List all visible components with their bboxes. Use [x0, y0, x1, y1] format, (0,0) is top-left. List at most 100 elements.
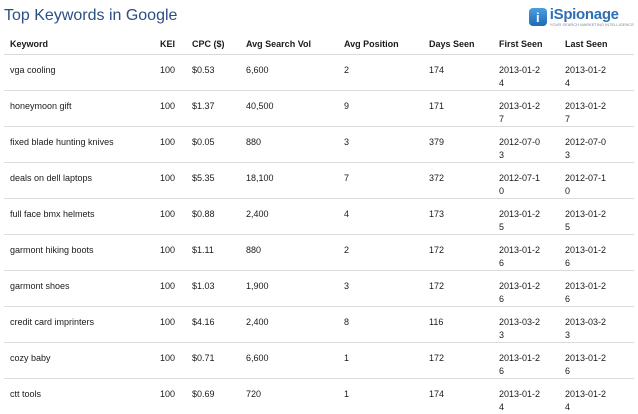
cell-avg-search-vol-text: 2,400 [246, 307, 338, 329]
cell-kei: 100 [154, 235, 186, 271]
cell-kei-text: 100 [160, 55, 186, 77]
cell-keyword[interactable]: ctt tools [4, 379, 154, 414]
cell-avg-search-vol: 880 [240, 235, 338, 271]
cell-avg-search-vol-text: 40,500 [246, 91, 338, 113]
cell-keyword[interactable]: honeymoon gift [4, 91, 154, 127]
cell-days-seen: 172 [423, 271, 493, 307]
cell-avg-position-text: 8 [344, 307, 423, 329]
cell-days-seen-text: 172 [429, 235, 493, 257]
cell-avg-search-vol-text: 880 [246, 127, 338, 149]
cell-avg-search-vol-text: 1,900 [246, 271, 338, 293]
cell-first-seen: 2012-07-03 [493, 127, 559, 163]
cell-days-seen-text: 372 [429, 163, 493, 185]
cell-last-seen: 2012-07-03 [559, 127, 634, 163]
table-row: credit card imprinters100 $4.16 2,400 8 116 2… [4, 307, 634, 343]
cell-kei-text: 100 [160, 91, 186, 113]
cell-avg-search-vol-text: 720 [246, 379, 338, 401]
cell-avg-position-text: 4 [344, 199, 423, 221]
column-header-first-seen[interactable]: First Seen [493, 34, 559, 55]
cell-days-seen: 379 [423, 127, 493, 163]
cell-avg-position: 8 [338, 307, 423, 343]
cell-avg-position: 2 [338, 235, 423, 271]
cell-days-seen-text: 172 [429, 343, 493, 365]
table-row: garmont shoes100$1.031,90031722013-01-26… [4, 271, 634, 307]
table-row: honeymoon gift100$1.3740,50091712013-01-… [4, 91, 634, 127]
table-header-row: Keyword KEI CPC ($) Avg Search Vol Avg P… [4, 34, 634, 55]
column-header-cpc[interactable]: CPC ($) [186, 34, 240, 55]
cell-kei: 100 [154, 91, 186, 127]
column-header-kei[interactable]: KEI [154, 34, 186, 55]
brand-name: iSpionage [550, 7, 634, 22]
cell-last-seen-text: 2013-03-23 [565, 307, 611, 342]
cell-cpc: $0.05 [186, 127, 240, 163]
header: Top Keywords in Google i iSpionage YOUR … [0, 0, 638, 32]
cell-cpc-text: $4.16 [192, 307, 240, 329]
column-header-days-seen[interactable]: Days Seen [423, 34, 493, 55]
cell-keyword[interactable]: cozy baby [4, 343, 154, 379]
cell-kei-text: 100 [160, 343, 186, 365]
page-title: Top Keywords in Google [4, 7, 177, 25]
cell-kei: 100 [154, 271, 186, 307]
cell-last-seen: 2013-01-26 [559, 343, 634, 379]
cell-first-seen-text: 2013-01-27 [499, 91, 545, 126]
cell-keyword[interactable]: vga cooling [4, 55, 154, 91]
table-row: deals on dell laptops100$5.3518,10073722… [4, 163, 634, 199]
cell-last-seen: 2013-01-24 [559, 379, 634, 414]
cell-days-seen-text: 172 [429, 271, 493, 293]
cell-kei: 100 [154, 379, 186, 414]
column-header-avg-position[interactable]: Avg Position [338, 34, 423, 55]
cell-cpc: $1.03 [186, 271, 240, 307]
cell-cpc: $0.71 [186, 343, 240, 379]
brand-tagline: YOUR SEARCH MARKETING INTELLIGENCE [550, 23, 634, 27]
column-header-last-seen[interactable]: Last Seen [559, 34, 634, 55]
cell-kei-text: 100 [160, 379, 186, 401]
cell-kei: 100 [154, 163, 186, 199]
cell-avg-search-vol: 40,500 [240, 91, 338, 127]
cell-keyword[interactable]: garmont shoes [4, 271, 154, 307]
cell-avg-position: 4 [338, 199, 423, 235]
cell-last-seen: 2013-01-26 [559, 235, 634, 271]
cell-cpc-text: $0.69 [192, 379, 240, 401]
cell-keyword-text: honeymoon gift [10, 91, 154, 113]
table-row: garmont hiking boots 100$1.118802 172 2013-… [4, 235, 634, 271]
column-header-keyword[interactable]: Keyword [4, 34, 154, 55]
cell-kei-text: 100 [160, 199, 186, 221]
cell-avg-search-vol-text: 2,400 [246, 199, 338, 221]
cell-keyword-text: full face bmx helmets [10, 199, 154, 221]
cell-first-seen-text: 2013-01-24 [499, 379, 545, 414]
cell-keyword[interactable]: credit card imprinters [4, 307, 154, 343]
cell-days-seen-text: 116 [429, 307, 493, 329]
cell-keyword[interactable]: deals on dell laptops [4, 163, 154, 199]
cell-avg-position-text: 2 [344, 55, 423, 77]
cell-kei-text: 100 [160, 127, 186, 149]
cell-avg-search-vol: 6,600 [240, 343, 338, 379]
cell-cpc: $1.11 [186, 235, 240, 271]
table-row: vga cooling100$0.536,60021742013-01-2420… [4, 55, 634, 91]
table-row: cozy baby100$0.716,60011722013-01-262013… [4, 343, 634, 379]
cell-keyword[interactable]: full face bmx helmets [4, 199, 154, 235]
cell-keyword-text: deals on dell laptops [10, 163, 154, 185]
cell-kei: 100 [154, 55, 186, 91]
column-header-avg-search-vol[interactable]: Avg Search Vol [240, 34, 338, 55]
cell-kei-text: 100 [160, 163, 186, 185]
cell-days-seen: 172 [423, 235, 493, 271]
cell-kei-text: 100 [160, 235, 186, 257]
cell-kei: 100 [154, 307, 186, 343]
cell-first-seen: 2012-07-10 [493, 163, 559, 199]
cell-first-seen-text: 2013-01-26 [499, 235, 545, 270]
cell-keyword-text: cozy baby [10, 343, 154, 365]
cell-cpc-text: $5.35 [192, 163, 240, 185]
cell-keyword[interactable]: fixed blade hunting knives [4, 127, 154, 163]
cell-first-seen-text: 2012-07-03 [499, 127, 545, 162]
cell-avg-search-vol: 2,400 [240, 199, 338, 235]
cell-first-seen-text: 2013-01-26 [499, 343, 545, 378]
cell-last-seen: 2013-01-26 [559, 271, 634, 307]
cell-keyword[interactable]: garmont hiking boots [4, 235, 154, 271]
cell-avg-position-text: 3 [344, 127, 423, 149]
cell-avg-position: 1 [338, 379, 423, 414]
brand-logo[interactable]: i iSpionage YOUR SEARCH MARKETING INTELL… [529, 5, 634, 29]
table-row: full face bmx helmets100$0.882,400417320… [4, 199, 634, 235]
cell-kei: 100 [154, 127, 186, 163]
cell-days-seen: 372 [423, 163, 493, 199]
cell-first-seen-text: 2013-01-24 [499, 55, 545, 90]
